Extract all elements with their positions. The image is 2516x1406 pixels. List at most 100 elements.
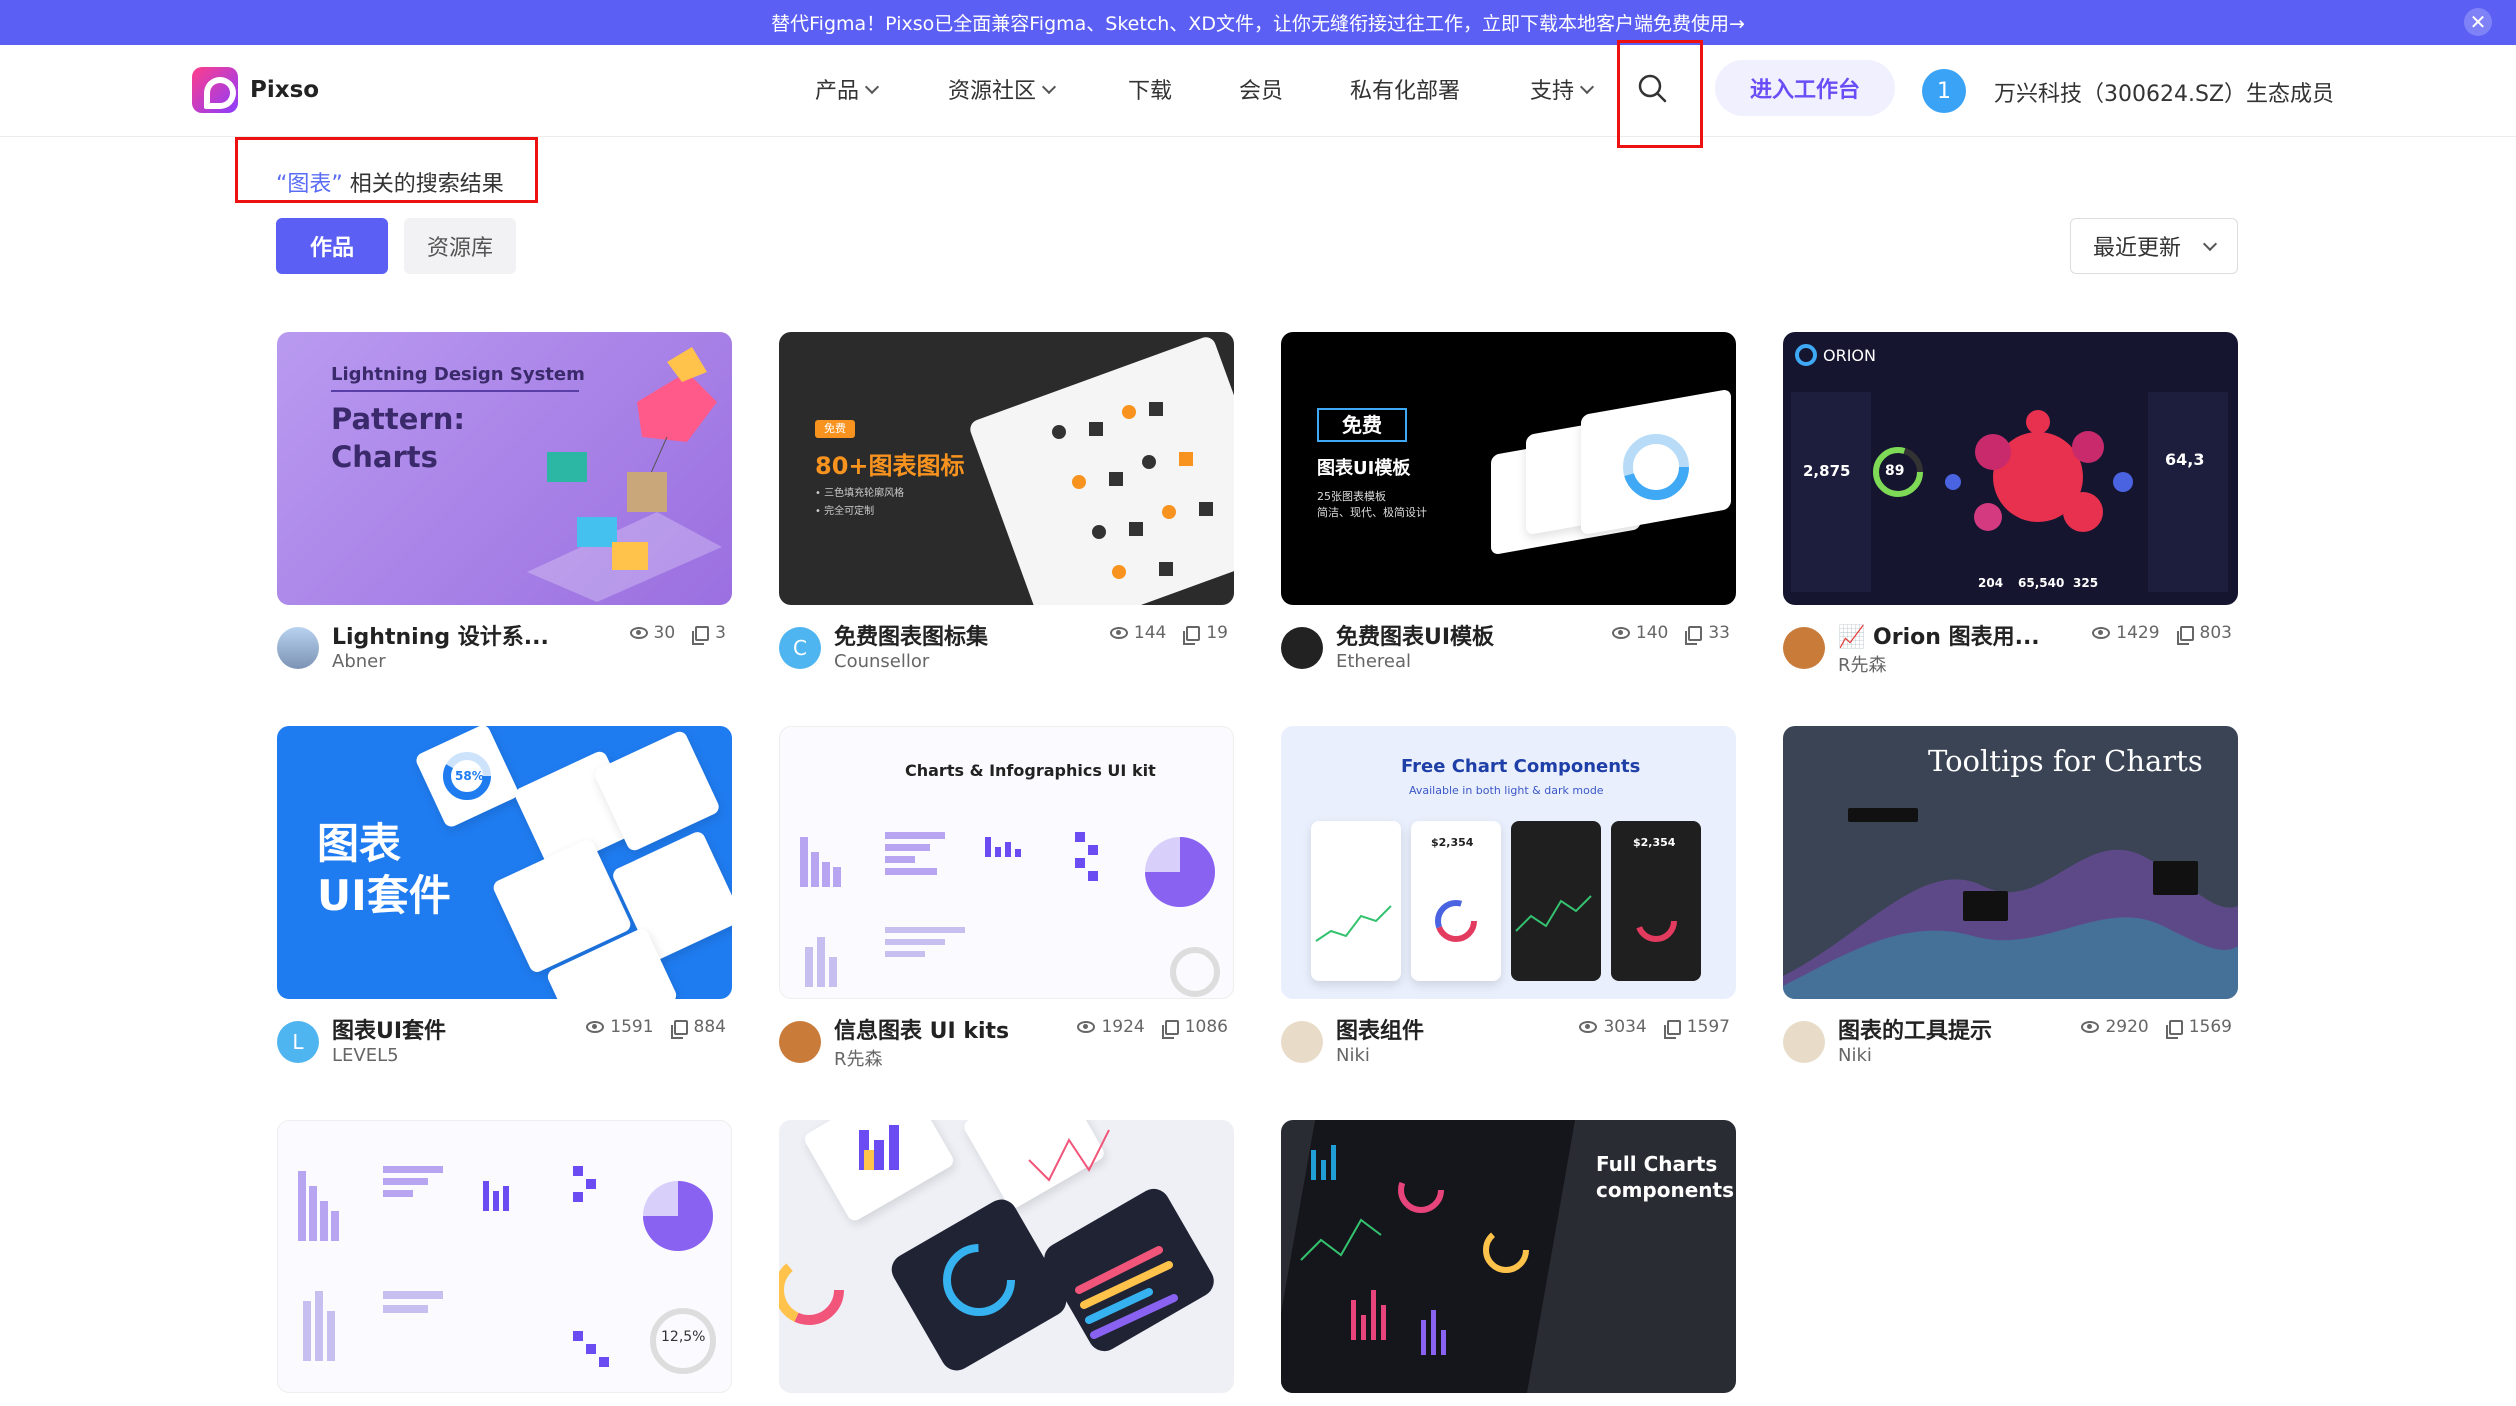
big-number: 2,875 bbox=[1803, 462, 1851, 480]
nav-item-support[interactable]: 支持 bbox=[1530, 73, 1595, 105]
card-thumbnail[interactable]: 图表 UI套件 58% bbox=[277, 726, 732, 999]
card-title[interactable]: 免费图表UI模板 bbox=[1336, 619, 1494, 651]
card-meta: Lightning 设计系... Abner 30 3 bbox=[277, 617, 732, 687]
card-title[interactable]: 信息图表 UI kits bbox=[834, 1013, 1009, 1045]
sort-dropdown[interactable]: 最近更新 bbox=[2070, 218, 2238, 274]
work-card[interactable]: 12,5% bbox=[277, 1120, 732, 1393]
card-author[interactable]: Counsellor bbox=[834, 651, 929, 672]
work-card[interactable]: Lightning Design System Pattern: Charts … bbox=[277, 332, 732, 687]
avatar[interactable] bbox=[277, 627, 319, 669]
card-thumbnail[interactable]: Charts & Infographics UI kit bbox=[779, 726, 1234, 999]
avatar[interactable] bbox=[1281, 627, 1323, 669]
work-card[interactable]: 免费 80+图表图标 • 三色填充轮廓风格 • 完全可定制 C 免费图表图标集 … bbox=[779, 332, 1234, 687]
nav-item-product[interactable]: 产品 bbox=[815, 73, 880, 105]
avatar[interactable] bbox=[779, 1021, 821, 1063]
work-card[interactable]: ORION 2,875 89 204 65,540 325 64,3 📈 Ori… bbox=[1783, 332, 2238, 687]
work-card[interactable]: Free Chart Components Available in both … bbox=[1281, 726, 1736, 1081]
views-count: 1924 bbox=[1101, 1017, 1145, 1037]
stat-number: 325 bbox=[2073, 576, 2099, 590]
card-title[interactable]: 图表组件 bbox=[1336, 1013, 1424, 1045]
card-stats: 1429 803 bbox=[2092, 623, 2232, 645]
nav-item-membership[interactable]: 会员 bbox=[1239, 73, 1283, 105]
card-thumbnail[interactable]: Lightning Design System Pattern: Charts bbox=[277, 332, 732, 605]
dark-charts-icon bbox=[1300, 1145, 1529, 1355]
card-title[interactable]: 图表的工具提示 bbox=[1838, 1013, 1992, 1045]
views-count: 2920 bbox=[2105, 1017, 2149, 1037]
card-title[interactable]: 📈 Orion 图表用... bbox=[1838, 619, 2040, 651]
brand-text: ORION bbox=[1823, 346, 1876, 365]
card-thumbnail[interactable]: Tooltips for Charts bbox=[1783, 726, 2238, 999]
card-thumbnail[interactable]: 免费 图表UI模板 25张图表模板 简洁、现代、极简设计 bbox=[1281, 332, 1736, 605]
enter-workspace-button[interactable]: 进入工作台 bbox=[1715, 60, 1895, 116]
card-author[interactable]: R先森 bbox=[834, 1045, 883, 1071]
work-card[interactable]: Tooltips for Charts 图表的工具提示 Niki 2920 15… bbox=[1783, 726, 2238, 1081]
card-meta: C 免费图表图标集 Counsellor 144 19 bbox=[779, 617, 1234, 687]
area-chart-icon bbox=[1783, 808, 2238, 999]
card-thumbnail[interactable]: Full Charts components bbox=[1281, 1120, 1736, 1393]
duplicate-icon bbox=[1685, 625, 1703, 645]
promo-banner-text[interactable]: 替代Figma！Pixso已全面兼容Figma、Sketch、XD文件，让你无缝… bbox=[771, 9, 1745, 36]
search-icon[interactable] bbox=[1637, 73, 1667, 103]
right-number: 64,3 bbox=[2165, 450, 2205, 469]
tab-library[interactable]: 资源库 bbox=[404, 218, 516, 274]
nav-item-label: 会员 bbox=[1239, 79, 1284, 104]
right-panel bbox=[2148, 392, 2228, 592]
card-title[interactable]: Lightning 设计系... bbox=[332, 619, 547, 651]
card-meta: 📈 Orion 图表用... R先森 1429 803 bbox=[1783, 617, 2238, 687]
work-card[interactable]: 免费 图表UI模板 25张图表模板 简洁、现代、极简设计 免费图表UI模板 Et… bbox=[1281, 332, 1736, 687]
nav-item-community[interactable]: 资源社区 bbox=[948, 73, 1057, 105]
duplicate-icon bbox=[1183, 625, 1201, 645]
work-card[interactable] bbox=[779, 1120, 1234, 1393]
illustration-icon bbox=[527, 347, 722, 602]
chart-cards-icon bbox=[779, 1125, 1178, 1339]
card-thumbnail[interactable]: ORION 2,875 89 204 65,540 325 64,3 bbox=[1783, 332, 2238, 605]
duplicate-icon bbox=[2165, 1019, 2183, 1039]
free-badge: 免费 bbox=[815, 420, 855, 438]
work-card[interactable]: Charts & Infographics UI kit 信息图表 UI kit… bbox=[779, 726, 1234, 1081]
avatar[interactable] bbox=[1281, 1021, 1323, 1063]
card-author[interactable]: Niki bbox=[1336, 1045, 1370, 1066]
component-charts-icon bbox=[1315, 895, 1677, 942]
duplicates-count: 1086 bbox=[1184, 1017, 1228, 1037]
views-stat: 30 bbox=[629, 623, 675, 643]
avatar[interactable]: L bbox=[277, 1021, 319, 1063]
card-author[interactable]: Abner bbox=[332, 651, 386, 672]
close-icon[interactable]: ✕ bbox=[2464, 8, 2492, 36]
thumb-title: Charts bbox=[331, 440, 438, 474]
card-stats: 3034 1597 bbox=[1579, 1017, 1730, 1039]
views-stat: 1429 bbox=[2092, 623, 2160, 643]
thumb-title: components bbox=[1596, 1178, 1734, 1202]
views-stat: 3034 bbox=[1579, 1017, 1647, 1037]
duplicates-count: 1569 bbox=[2188, 1017, 2232, 1037]
tab-works[interactable]: 作品 bbox=[276, 218, 388, 274]
card-stats: 2920 1569 bbox=[2081, 1017, 2232, 1039]
card-thumbnail[interactable]: 免费 80+图表图标 • 三色填充轮廓风格 • 完全可定制 bbox=[779, 332, 1234, 605]
card-author[interactable]: Niki bbox=[1838, 1045, 1872, 1066]
card-meta: 免费图表UI模板 Ethereal 140 33 bbox=[1281, 617, 1736, 687]
card-author[interactable]: Ethereal bbox=[1336, 651, 1411, 672]
duplicates-stat: 1086 bbox=[1161, 1017, 1228, 1039]
views-count: 144 bbox=[1133, 623, 1167, 643]
avatar[interactable] bbox=[1783, 627, 1825, 669]
card-title[interactable]: 免费图表图标集 bbox=[834, 619, 988, 651]
avatar[interactable]: 1 bbox=[1922, 69, 1966, 113]
card-thumbnail[interactable]: 12,5% bbox=[277, 1120, 732, 1393]
card-thumbnail[interactable] bbox=[779, 1120, 1234, 1393]
promo-banner[interactable]: 替代Figma！Pixso已全面兼容Figma、Sketch、XD文件，让你无缝… bbox=[0, 0, 2516, 45]
card-thumbnail[interactable]: Free Chart Components Available in both … bbox=[1281, 726, 1736, 999]
chevron-down-icon bbox=[864, 79, 880, 94]
card-title[interactable]: 图表UI套件 bbox=[332, 1013, 446, 1045]
card-stats: 140 33 bbox=[1611, 623, 1730, 645]
avatar[interactable]: C bbox=[779, 627, 821, 669]
card-author[interactable]: LEVEL5 bbox=[332, 1045, 399, 1066]
work-card[interactable]: 图表 UI套件 58% L 图表UI套件 LEVEL5 1591 884 bbox=[277, 726, 732, 1081]
views-count: 3034 bbox=[1603, 1017, 1647, 1037]
card-author[interactable]: R先森 bbox=[1838, 651, 1887, 677]
nav-item-label: 资源社区 bbox=[948, 79, 1037, 104]
logo[interactable]: Pixso bbox=[192, 67, 319, 113]
work-card[interactable]: Full Charts components bbox=[1281, 1120, 1736, 1393]
nav-item-private-deploy[interactable]: 私有化部署 bbox=[1350, 73, 1460, 105]
avatar[interactable] bbox=[1783, 1021, 1825, 1063]
stat-number: 65,540 bbox=[2018, 576, 2065, 590]
nav-item-download[interactable]: 下载 bbox=[1128, 73, 1172, 105]
